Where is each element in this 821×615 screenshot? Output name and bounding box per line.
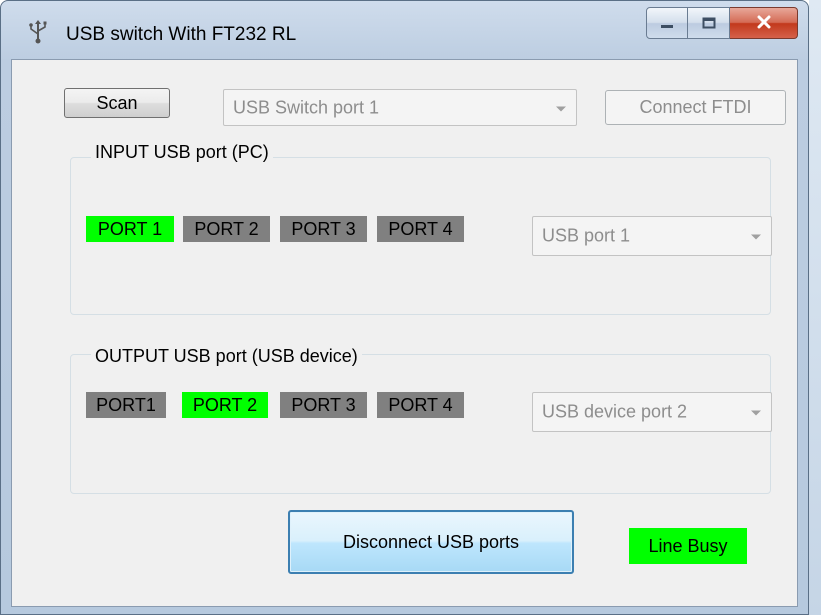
chevron-down-icon <box>751 410 761 416</box>
client-area: Scan USB Switch port 1 Connect FTDI INPU… <box>11 59 798 607</box>
output-port-1-label: PORT1 <box>96 394 156 415</box>
input-port-select[interactable]: USB port 1 <box>532 216 772 256</box>
output-port-3-indicator: PORT 3 <box>280 392 367 418</box>
window-title: USB switch With FT232 RL <box>66 24 297 45</box>
disconnect-usb-ports-button[interactable]: Disconnect USB ports <box>288 510 574 574</box>
input-port-3-indicator: PORT 3 <box>280 216 367 242</box>
output-port-2-indicator: PORT 2 <box>182 392 268 418</box>
input-group-label: INPUT USB port (PC) <box>91 142 273 163</box>
minimize-button[interactable] <box>646 7 688 39</box>
scan-button[interactable]: Scan <box>64 88 170 118</box>
scan-button-label: Scan <box>96 92 138 113</box>
close-button[interactable] <box>730 7 798 39</box>
minimize-icon <box>660 13 674 34</box>
input-port-4-indicator: PORT 4 <box>377 216 464 242</box>
output-port-value: USB device port 2 <box>542 401 688 422</box>
switch-port-value: USB Switch port 1 <box>233 97 380 117</box>
chevron-down-icon <box>751 234 761 240</box>
line-status-label: Line Busy <box>648 535 728 556</box>
input-port-4-label: PORT 4 <box>388 218 453 239</box>
output-port-1-indicator: PORT1 <box>86 392 166 418</box>
usb-icon <box>27 19 49 45</box>
close-icon <box>756 13 772 34</box>
input-port-1-indicator: PORT 1 <box>86 216 174 242</box>
output-group-label: OUTPUT USB port (USB device) <box>91 346 362 367</box>
output-port-3-label: PORT 3 <box>291 394 356 415</box>
input-port-1-label: PORT 1 <box>97 218 163 239</box>
connect-ftdi-label: Connect FTDI <box>639 97 752 117</box>
app-window: USB switch With FT232 RL Scan USB Switch… <box>0 0 809 615</box>
maximize-icon <box>702 13 716 34</box>
input-port-2-indicator: PORT 2 <box>183 216 270 242</box>
output-port-4-label: PORT 4 <box>388 394 453 415</box>
input-port-3-label: PORT 3 <box>291 218 356 239</box>
line-status-indicator: Line Busy <box>629 528 747 564</box>
output-port-select[interactable]: USB device port 2 <box>532 392 772 432</box>
output-port-2-label: PORT 2 <box>192 394 258 415</box>
maximize-button[interactable] <box>688 7 730 39</box>
switch-port-select[interactable]: USB Switch port 1 <box>223 89 577 126</box>
input-port-value: USB port 1 <box>542 225 631 246</box>
input-port-2-label: PORT 2 <box>194 218 259 239</box>
chevron-down-icon <box>556 106 566 111</box>
title-bar[interactable]: USB switch With FT232 RL <box>1 1 808 59</box>
desktop-background <box>809 0 821 615</box>
output-port-4-indicator: PORT 4 <box>377 392 464 418</box>
caption-buttons <box>646 7 798 39</box>
disconnect-button-label: Disconnect USB ports <box>342 531 520 552</box>
connect-ftdi-button[interactable]: Connect FTDI <box>605 90 786 125</box>
